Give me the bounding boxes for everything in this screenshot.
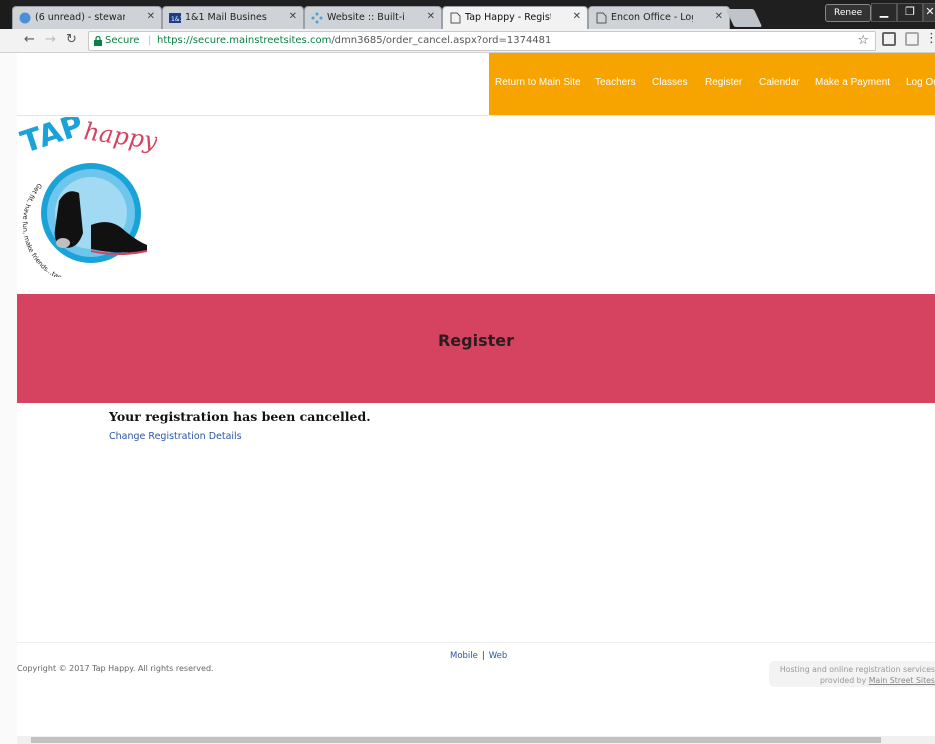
copyright-text: Copyright © 2017 Tap Happy. All rights r… [17,664,214,673]
tab-title: Website :: Built-in Pages [327,12,405,23]
scrollbar-thumb[interactable] [31,737,881,743]
nav-register[interactable]: Register [705,77,742,88]
lock-icon [94,36,102,46]
new-tab-button[interactable] [725,9,763,27]
web-link[interactable]: Web [489,651,508,661]
footer-links: Mobile | Web [450,651,507,661]
close-icon[interactable]: ✕ [289,11,297,22]
url-separator: | [148,35,152,46]
nav-classes[interactable]: Classes [652,77,688,88]
url-text: https://secure.mainstreetsites.com/dmn36… [157,35,551,46]
maximize-icon[interactable]: ❐ [897,3,923,22]
top-navigation: Return to Main Site Teachers Classes Reg… [489,53,935,115]
tab-mail-inbox[interactable]: 1&1 1&1 Mail Business Inbox ✕ [162,6,304,29]
svg-text:1&1: 1&1 [171,16,181,23]
horizontal-scrollbar[interactable] [17,736,935,744]
tab-title: Encon Office - Login [611,12,693,23]
desktop-edge [0,53,17,744]
page-icon [450,12,461,24]
browser-toolbar: ← → ↻ Secure | https://secure.mainstreet… [0,29,935,53]
minimize-icon[interactable]: ▁ [871,3,897,22]
tab-title: (6 unread) - stewartdanc [35,12,125,23]
url-path: /dmn3685/order_cancel.aspx?ord=1374481 [331,35,552,46]
url-host: https://secure.mainstreetsites.com [157,35,332,46]
hosting-credit: Hosting and online registration services… [769,661,935,687]
window-edge [0,0,10,29]
close-icon[interactable]: ✕ [573,11,581,22]
page-viewport: Return to Main Site Teachers Classes Reg… [17,53,935,744]
website-icon [311,12,323,24]
tab-title: 1&1 Mail Business Inbox [185,12,267,23]
footer-separator: | [481,651,485,661]
mail-icon [19,12,31,24]
tab-gmail[interactable]: (6 unread) - stewartdanc ✕ [12,6,162,29]
forward-icon[interactable]: → [45,32,56,47]
browser-tab-strip: (6 unread) - stewartdanc ✕ 1&1 1&1 Mail … [0,0,935,29]
close-icon[interactable]: ✕ [147,11,155,22]
back-icon[interactable]: ← [24,32,35,47]
tab-title: Tap Happy - Register [465,12,551,23]
secure-label: Secure [105,35,140,46]
bookmark-star-icon[interactable]: ☆ [857,33,869,48]
profile-button[interactable]: Renee [825,4,872,22]
close-window-icon[interactable]: ✕ [923,3,935,22]
hosting-line-2: provided by [819,676,867,685]
tab-website-pages[interactable]: Website :: Built-in Pages ✕ [304,6,442,29]
more-menu-icon[interactable]: ⋮ [925,31,935,46]
main-street-sites-link[interactable]: Main Street Sites [869,676,935,685]
address-bar[interactable]: Secure | https://secure.mainstreetsites.… [88,31,876,51]
close-icon[interactable]: ✕ [427,11,435,22]
change-registration-link[interactable]: Change Registration Details [109,431,242,442]
logo-tap-text: TAP [17,117,88,161]
hosting-line-1: Hosting and online registration services [779,665,935,674]
mail-icon: 1&1 [169,13,181,23]
mobile-link[interactable]: Mobile [450,651,478,661]
logo-happy-text: happy [82,117,157,155]
footer-divider [17,642,935,643]
tab-encon-login[interactable]: Encon Office - Login ✕ [588,6,730,29]
extension-icon[interactable] [905,32,919,46]
nav-log-out[interactable]: Log Out [906,77,935,88]
cancellation-message: Your registration has been cancelled. [109,409,371,424]
close-icon[interactable]: ✕ [715,11,723,22]
nav-return-main[interactable]: Return to Main Site [495,77,581,88]
page-banner: Register [17,294,935,403]
nav-make-payment[interactable]: Make a Payment [815,77,890,88]
nav-teachers[interactable]: Teachers [595,77,636,88]
reload-icon[interactable]: ↻ [66,32,77,47]
extension-icon[interactable] [882,32,896,46]
tap-happy-logo[interactable]: TAP happy Get fit, have fun, make friend… [17,117,157,277]
page-icon [596,12,607,24]
page-title: Register [437,331,515,350]
header-divider [17,115,935,116]
nav-calendar[interactable]: Calendar [759,77,800,88]
tab-tap-happy-register[interactable]: Tap Happy - Register ✕ [442,6,588,29]
